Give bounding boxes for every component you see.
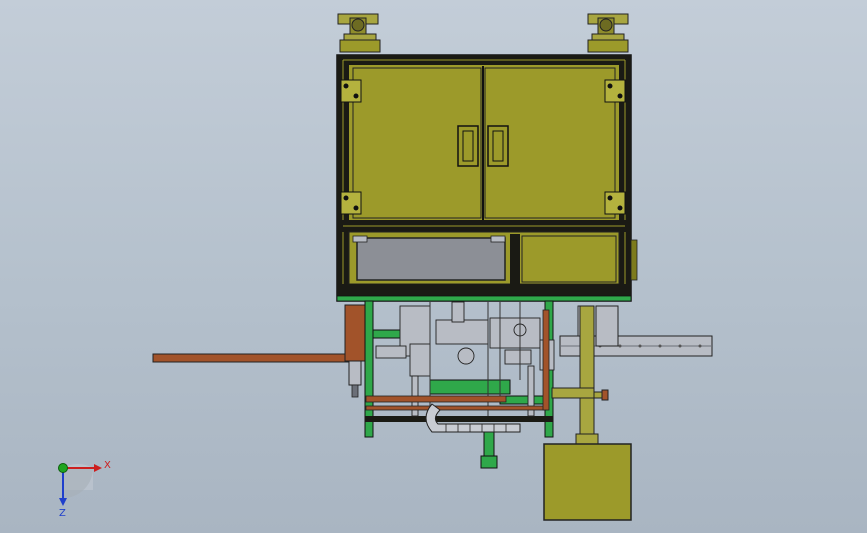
z-arrow-head bbox=[59, 498, 67, 506]
machine-assembly[interactable] bbox=[152, 13, 713, 521]
door-handle-right[interactable] bbox=[487, 125, 509, 167]
left-push-rod[interactable] bbox=[152, 353, 350, 363]
right-post bbox=[542, 309, 550, 411]
cross-bar-upper bbox=[365, 395, 507, 403]
orientation-triad[interactable]: X Z bbox=[58, 460, 112, 519]
inspection-window bbox=[356, 237, 506, 281]
y-axis-dot bbox=[58, 463, 68, 473]
cad-viewport[interactable]: X Z bbox=[0, 0, 867, 533]
top-left-caster bbox=[337, 13, 381, 53]
z-axis-label: Z bbox=[59, 508, 66, 519]
control-box[interactable] bbox=[543, 443, 632, 521]
x-axis-label: X bbox=[104, 460, 111, 471]
x-arrow-head bbox=[94, 464, 102, 472]
door-handle-left[interactable] bbox=[457, 125, 479, 167]
top-right-caster bbox=[587, 13, 629, 53]
left-cylinder[interactable] bbox=[344, 304, 366, 398]
cabinet[interactable] bbox=[336, 54, 638, 302]
cross-bar-lower bbox=[365, 405, 547, 411]
